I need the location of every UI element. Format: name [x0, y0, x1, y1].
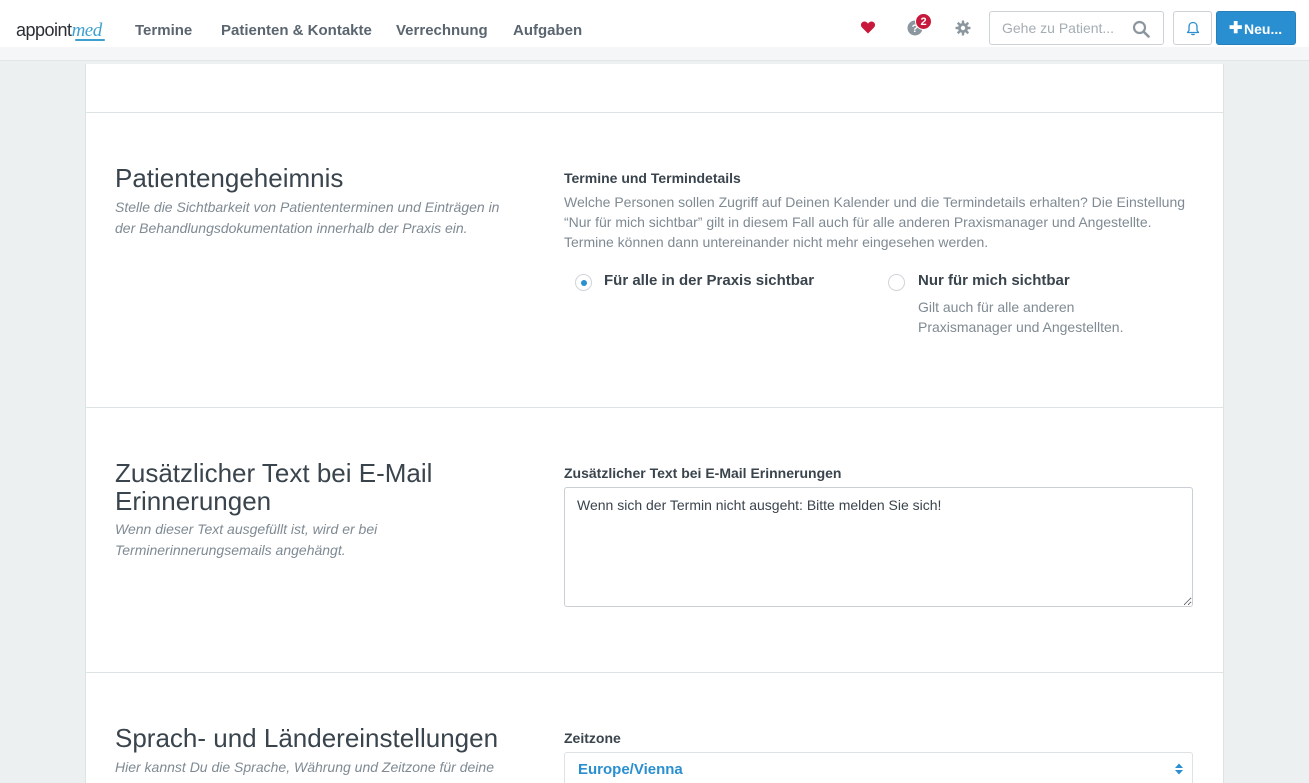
gear-icon[interactable]: [955, 20, 971, 36]
search-icon[interactable]: [1132, 20, 1150, 38]
logo-underline: [75, 39, 105, 41]
select-arrows-icon: [1175, 763, 1183, 775]
plus-icon: ✚: [1229, 20, 1243, 37]
privacy-section-title: Patientengeheimnis: [115, 163, 344, 193]
email-section-description: Wenn dieser Text ausgefüllt ist, wird er…: [115, 521, 378, 558]
patient-search-box: [989, 11, 1164, 45]
locale-section-description: Hier kannst Du die Sprache, Währung und …: [115, 759, 494, 775]
radio-only-me-label[interactable]: Nur für mich sichtbar: [918, 272, 1070, 289]
email-reminder-textarea[interactable]: Wenn sich der Termin nicht ausgeht: Bitt…: [564, 487, 1193, 607]
notifications-button[interactable]: [1173, 11, 1212, 45]
notification-count-badge: 2: [915, 13, 932, 30]
heart-icon[interactable]: [860, 19, 876, 35]
top-navbar: appointmed Termine Patienten & Kontakte …: [0, 0, 1309, 47]
nav-verrechnung[interactable]: Verrechnung: [396, 22, 488, 39]
timezone-field-label: Zeitzone: [564, 730, 621, 746]
privacy-field-label: Termine und Termindetails: [564, 170, 741, 186]
section-divider: [86, 112, 1223, 113]
timezone-selected-value: Europe/Vienna: [578, 761, 683, 778]
nav-termine[interactable]: Termine: [135, 22, 192, 39]
logo-suffix: med: [71, 20, 103, 41]
new-button[interactable]: ✚ Neu...: [1216, 11, 1296, 45]
new-button-label: Neu...: [1244, 21, 1283, 37]
patient-search-input[interactable]: [991, 13, 1126, 43]
section-divider: [86, 407, 1223, 408]
privacy-field-help: Welche Personen sollen Zugriff auf Deine…: [564, 194, 1186, 250]
email-section-title: Zusätzlicher Text bei E-Mail Erinnerunge…: [115, 458, 433, 516]
logo-prefix: appoint: [16, 20, 72, 40]
locale-section-title: Sprach- und Ländereinstellungen: [115, 723, 499, 753]
email-field-label: Zusätzlicher Text bei E-Mail Erinnerunge…: [564, 465, 842, 481]
nav-aufgaben[interactable]: Aufgaben: [513, 22, 582, 39]
radio-only-me[interactable]: [888, 274, 905, 291]
radio-visible-all[interactable]: [575, 274, 592, 291]
timezone-select[interactable]: Europe/Vienna: [564, 752, 1193, 783]
nav-patienten-kontakte[interactable]: Patienten & Kontakte: [221, 22, 372, 39]
radio-visible-all-label[interactable]: Für alle in der Praxis sichtbar: [604, 272, 814, 289]
radio-only-me-help: Gilt auch für alle anderen Praxismanager…: [918, 299, 1124, 335]
bell-icon: [1186, 21, 1200, 36]
section-divider: [86, 672, 1223, 673]
toolbar-band: [0, 47, 1309, 61]
settings-panel: Patientengeheimnis Stelle die Sichtbarke…: [85, 64, 1224, 783]
privacy-section-description: Stelle die Sichtbarkeit von Patiententer…: [115, 199, 500, 236]
